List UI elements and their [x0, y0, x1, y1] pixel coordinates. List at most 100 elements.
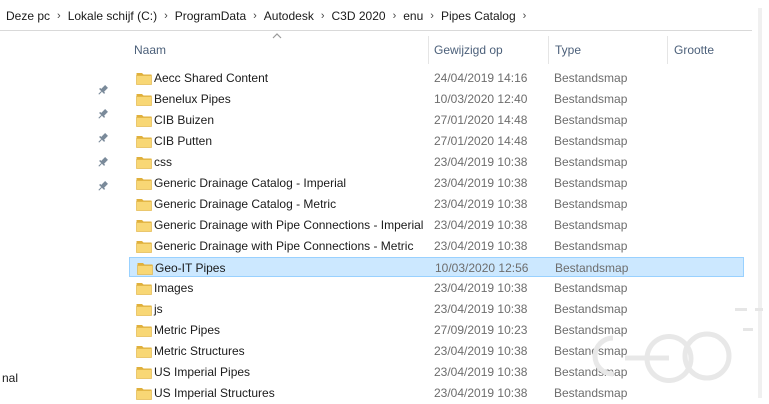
file-type: Bestandsmap [555, 261, 629, 275]
file-name: US Imperial Structures [154, 386, 275, 400]
file-name: Generic Drainage Catalog - Imperial [154, 176, 347, 190]
file-name: CIB Putten [154, 134, 213, 148]
file-modified-date: 23/04/2019 10:38 [434, 239, 528, 253]
file-modified-date: 27/09/2019 10:23 [434, 323, 528, 337]
breadcrumb-item[interactable]: Pipes Catalog [436, 9, 521, 23]
file-type: Bestandsmap [554, 197, 628, 211]
chevron-right-icon[interactable]: › [428, 10, 436, 22]
folder-icon [136, 199, 152, 211]
breadcrumb-item-label: C3D 2020 [331, 9, 386, 23]
column-header-type-label: Type [555, 43, 582, 57]
file-type: Bestandsmap [554, 176, 628, 190]
table-row[interactable]: Generic Drainage with Pipe Connections -… [129, 236, 744, 256]
folder-icon [136, 283, 152, 295]
column-divider[interactable] [548, 36, 549, 64]
file-modified-date: 23/04/2019 10:38 [434, 281, 528, 295]
file-modified-date: 10/03/2020 12:40 [434, 92, 528, 106]
chevron-right-icon[interactable]: › [55, 10, 63, 22]
column-header-size[interactable]: Grootte [674, 36, 744, 64]
breadcrumb-item[interactable]: ProgramData [170, 9, 251, 23]
table-row[interactable]: CIB Buizen 27/01/2020 14:48 Bestandsmap [129, 110, 744, 130]
file-modified-date: 23/04/2019 10:38 [434, 197, 528, 211]
column-header-name[interactable]: Naam [134, 36, 424, 64]
breadcrumb-item-label: enu [403, 9, 424, 23]
file-type: Bestandsmap [554, 239, 628, 253]
file-name: US Imperial Pipes [154, 365, 251, 379]
file-type: Bestandsmap [554, 281, 628, 295]
file-modified-date: 23/04/2019 10:38 [434, 302, 528, 316]
file-name: Geo-IT Pipes [155, 261, 226, 275]
folder-icon [136, 346, 152, 358]
file-name: Benelux Pipes [154, 92, 231, 106]
watermark-logo [592, 308, 763, 383]
folder-icon [136, 241, 152, 253]
breadcrumb-item-label: Pipes Catalog [440, 9, 516, 23]
file-modified-date: 23/04/2019 10:38 [434, 218, 528, 232]
chevron-right-icon[interactable]: › [162, 10, 170, 22]
folder-icon [136, 94, 152, 106]
file-modified-date: 24/04/2019 14:16 [434, 71, 528, 85]
file-type: Bestandsmap [554, 134, 628, 148]
file-type: Bestandsmap [554, 113, 628, 127]
breadcrumb-item[interactable]: Deze pc [0, 9, 55, 23]
navigation-pane: nal [0, 31, 120, 404]
table-row[interactable]: Geo-IT Pipes 10/03/2020 12:56 Bestandsmap [129, 257, 744, 277]
table-row[interactable]: Generic Drainage with Pipe Connections -… [129, 215, 744, 235]
file-modified-date: 10/03/2020 12:56 [435, 261, 529, 275]
file-modified-date: 23/04/2019 10:38 [434, 176, 528, 190]
table-row[interactable]: Generic Drainage Catalog - Metric 23/04/2… [129, 194, 744, 214]
file-modified-date: 27/01/2020 14:48 [434, 134, 528, 148]
chevron-right-icon[interactable]: › [521, 10, 529, 22]
file-name: js [154, 302, 163, 316]
breadcrumb-item[interactable]: C3D 2020 [327, 9, 391, 23]
chevron-right-icon[interactable]: › [319, 10, 327, 22]
table-row[interactable]: Generic Drainage Catalog - Imperial 23/04… [129, 173, 744, 193]
file-modified-date: 23/04/2019 10:38 [434, 344, 528, 358]
file-modified-date: 23/04/2019 10:38 [434, 155, 528, 169]
breadcrumb-item[interactable]: Lokale schijf (C:) [63, 9, 162, 23]
folder-icon [136, 115, 152, 127]
breadcrumb-item-label: ProgramData [174, 9, 247, 23]
file-type: Bestandsmap [554, 92, 628, 106]
pin-icon[interactable] [96, 107, 110, 121]
file-name: CIB Buizen [154, 113, 215, 127]
column-header-name-label: Naam [134, 43, 167, 57]
breadcrumb-item[interactable]: Autodesk [259, 9, 319, 23]
pin-icon[interactable] [96, 179, 110, 193]
file-type: Bestandsmap [554, 155, 628, 169]
column-header-modified[interactable]: Gewijzigd op [434, 36, 544, 64]
file-name: Images [154, 281, 194, 295]
folder-icon [136, 136, 152, 148]
file-name: Generic Drainage Catalog - Metric [154, 197, 337, 211]
folder-icon [136, 367, 152, 379]
pin-icon[interactable] [96, 155, 110, 169]
table-row[interactable]: css 23/04/2019 10:38 Bestandsmap [129, 152, 744, 172]
nav-item-label-partial[interactable]: nal [2, 371, 18, 385]
table-row[interactable]: Benelux Pipes 10/03/2020 12:40 Bestandsmap [129, 89, 744, 109]
column-header-type[interactable]: Type [555, 36, 660, 64]
file-modified-date: 23/04/2019 10:38 [434, 365, 528, 379]
file-name: Metric Pipes [154, 323, 221, 337]
column-header-size-label: Grootte [674, 43, 715, 57]
pin-icon[interactable] [96, 131, 110, 145]
file-name: Generic Drainage with Pipe Connections -… [154, 218, 424, 232]
breadcrumb-item-label: Deze pc [6, 9, 51, 23]
chevron-right-icon[interactable]: › [251, 10, 259, 22]
file-name: Metric Structures [154, 344, 245, 358]
breadcrumb-item[interactable]: enu [398, 9, 428, 23]
breadcrumb: Deze pc › Lokale schijf (C:) › ProgramData › A… [0, 2, 752, 31]
breadcrumb-item-label: Lokale schijf (C:) [67, 9, 158, 23]
folder-icon [136, 304, 152, 316]
pin-icon[interactable] [96, 83, 110, 97]
folder-icon [136, 73, 152, 85]
file-name: Generic Drainage with Pipe Connections -… [154, 239, 414, 253]
file-name: css [154, 155, 172, 169]
column-divider[interactable] [428, 36, 429, 64]
column-divider[interactable] [667, 36, 668, 64]
table-row[interactable]: Images 23/04/2019 10:38 Bestandsmap [129, 278, 744, 298]
chevron-right-icon[interactable]: › [391, 10, 399, 22]
table-row[interactable]: CIB Putten 27/01/2020 14:48 Bestandsmap [129, 131, 744, 151]
table-row[interactable]: Aecc Shared Content 24/04/2019 14:16 Besta… [129, 68, 744, 88]
file-name: Aecc Shared Content [154, 71, 269, 85]
folder-icon [136, 388, 152, 400]
